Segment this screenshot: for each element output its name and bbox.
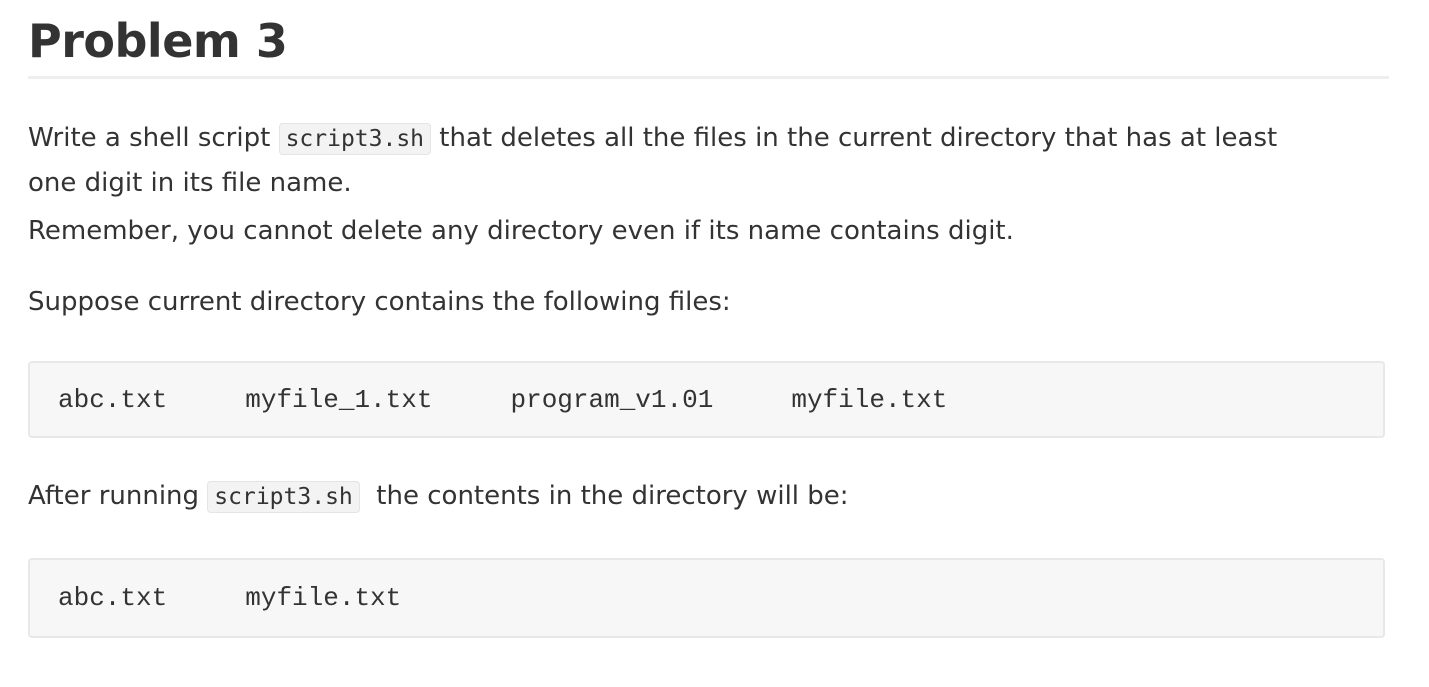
code-block-after: abc.txt myfile.txt <box>28 558 1385 638</box>
inline-code-script-name: script3.sh <box>278 123 432 155</box>
file-name: myfile.txt <box>245 583 402 613</box>
page: Problem 3 Write a shell script script3.s… <box>0 0 1429 687</box>
inline-code-script-name: script3.sh <box>207 481 360 513</box>
files-intro: Suppose current directory contains the f… <box>28 287 731 317</box>
file-name: abc.txt <box>58 384 168 415</box>
code-block-before: abc.txt myfile_1.txt program_v1.01 myfil… <box>28 361 1385 438</box>
file-name: myfile.txt <box>791 384 948 415</box>
problem-reminder: Remember, you cannot delete any director… <box>28 216 1014 246</box>
description-text-after: that deletes all the files in the curren… <box>431 123 1278 153</box>
result-intro: After running script3.sh the contents in… <box>28 474 849 519</box>
page-title: Problem 3 <box>28 6 1389 79</box>
problem-description-line-2: one digit in its file name. <box>28 168 352 198</box>
file-listing-before: abc.txt myfile_1.txt program_v1.01 myfil… <box>58 363 947 436</box>
file-listing-after: abc.txt myfile.txt <box>58 560 401 636</box>
file-name: abc.txt <box>58 583 168 613</box>
result-text-before: After running <box>28 481 208 511</box>
result-text-after: the contents in the directory will be: <box>359 481 849 511</box>
file-name: myfile_1.txt <box>245 384 433 415</box>
description-text-before: Write a shell script <box>28 123 279 153</box>
file-name: program_v1.01 <box>510 384 714 415</box>
problem-description-line-1: Write a shell script script3.sh that del… <box>28 113 1277 164</box>
